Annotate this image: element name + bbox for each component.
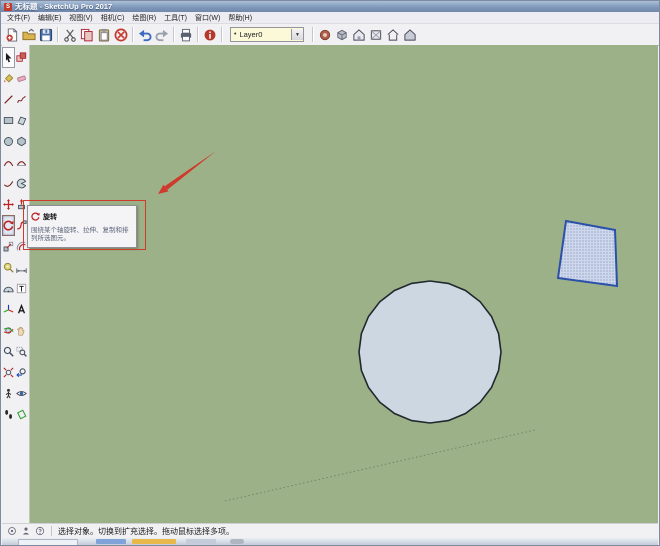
taskbar-item[interactable] [18,539,78,545]
tool-text[interactable] [15,278,28,299]
layer-color-bullet: • [234,31,237,38]
model-info-button[interactable] [201,26,218,44]
menu-item-window[interactable]: 窗口(W) [191,13,224,23]
tool-zoom-window[interactable] [15,341,28,362]
taskbar-item[interactable] [186,539,216,544]
tool-walk[interactable] [2,404,15,425]
help-icon[interactable] [35,526,45,536]
tool-section-plane[interactable] [15,404,28,425]
tool-arc[interactable] [2,152,15,173]
menu-item-help[interactable]: 帮助(H) [224,13,256,23]
tool-zoom-previous[interactable] [15,362,28,383]
open-button[interactable] [20,26,37,44]
paste-button[interactable] [95,26,112,44]
tool-protractor[interactable] [2,278,15,299]
tool-rotate[interactable] [2,215,15,236]
status-separator [51,526,52,536]
status-bar: 选择对象。切换到扩充选择。拖动鼠标选择多项。 [2,523,658,538]
tool-make-component[interactable] [15,47,28,68]
toolbar-separator [173,27,174,42]
taskbar-item[interactable] [230,539,244,544]
main-area [2,45,658,524]
window-title: 无标题 - SketchUp Pro 2017 [15,2,113,11]
toolbar-separator [57,27,58,42]
ground-edge-line[interactable] [224,429,536,502]
tool-zoom[interactable] [2,341,15,362]
taskbar-item[interactable] [132,539,176,544]
tool-polygon[interactable] [15,131,28,152]
new-document-button[interactable] [3,26,20,44]
annotation-arrow [164,151,216,190]
tool-select[interactable] [2,47,15,68]
menu-item-tools[interactable]: 工具(T) [160,13,191,23]
tool-eraser[interactable] [15,68,28,89]
sketchup-window: S 无标题 - SketchUp Pro 2017 文件(F) 编辑(E) 视图(V… [0,0,660,546]
tool-three-point-arc[interactable] [2,173,15,194]
rotate-tool-tooltip: 旋转 围绕某个轴旋转、拉伸、复制和排列所选图元。 [27,205,137,248]
title-bar: S 无标题 - SketchUp Pro 2017 [1,1,659,12]
erase-button[interactable] [112,26,129,44]
menu-item-file[interactable]: 文件(F) [3,13,34,23]
tool-move[interactable] [2,194,15,215]
standard-toolbar: • Layer0 ▼ [1,24,659,46]
layer-dropdown[interactable]: • Layer0 ▼ [230,27,304,42]
tool-line[interactable] [2,89,15,110]
tooltip-description: 围绕某个轴旋转、拉伸、复制和排列所选图元。 [31,227,129,243]
iso-view-button[interactable] [350,26,367,44]
copy-button[interactable] [78,26,95,44]
save-button[interactable] [37,26,54,44]
tool-freehand[interactable] [15,89,28,110]
credits-icon[interactable] [21,526,31,536]
tool-look-around[interactable] [15,383,28,404]
box-3d-button[interactable] [333,26,350,44]
cut-button[interactable] [61,26,78,44]
circle-shape[interactable] [358,280,502,424]
tool-dimension[interactable] [15,257,28,278]
tool-position-camera[interactable] [2,383,15,404]
menu-item-view[interactable]: 视图(V) [65,13,96,23]
toolbar-separator [221,27,222,42]
back-view-button[interactable] [401,26,418,44]
toolbar-separator [197,27,198,42]
tool-pan[interactable] [15,320,28,341]
tool-zoom-extents[interactable] [2,362,15,383]
tool-two-point-arc[interactable] [15,152,28,173]
toolbar-separator [312,27,313,42]
menu-item-draw[interactable]: 绘图(R) [128,13,160,23]
rotate-icon [31,208,40,226]
layer-dropdown-value: Layer0 [239,30,263,39]
tool-rotated-rectangle[interactable] [15,110,28,131]
large-tool-set [2,45,30,524]
print-button[interactable] [177,26,194,44]
top-view-button[interactable] [367,26,384,44]
front-view-button[interactable] [384,26,401,44]
tool-pie[interactable] [15,173,28,194]
geolocation-icon[interactable] [7,526,17,536]
tool-rectangle[interactable] [2,110,15,131]
dropdown-arrow-icon[interactable]: ▼ [291,29,303,40]
tool-scale[interactable] [2,236,15,257]
tool-orbit[interactable] [2,320,15,341]
toolbar-separator [132,27,133,42]
drawing-canvas[interactable] [30,45,658,524]
menu-item-camera[interactable]: 相机(C) [97,13,129,23]
tool-circle[interactable] [2,131,15,152]
sketchup-logo-icon: S [4,2,12,11]
tool-axes[interactable] [2,299,15,320]
menu-item-edit[interactable]: 编辑(E) [34,13,65,23]
camera-red-button[interactable] [316,26,333,44]
selected-square-shape[interactable] [556,219,619,288]
redo-button[interactable] [153,26,170,44]
menu-bar: 文件(F) 编辑(E) 视图(V) 相机(C) 绘图(R) 工具(T) 窗口(W) 帮助(H) [1,12,659,24]
tool-3d-text[interactable] [15,299,28,320]
undo-button[interactable] [136,26,153,44]
status-hint-text: 选择对象。切换到扩充选择。拖动鼠标选择多项。 [58,526,234,536]
tool-paint-bucket[interactable] [2,68,15,89]
taskbar-item[interactable] [96,539,126,544]
tooltip-title: 旋转 [43,214,57,221]
tool-tape-measure[interactable] [2,257,15,278]
windows-taskbar-sliver [2,538,658,545]
